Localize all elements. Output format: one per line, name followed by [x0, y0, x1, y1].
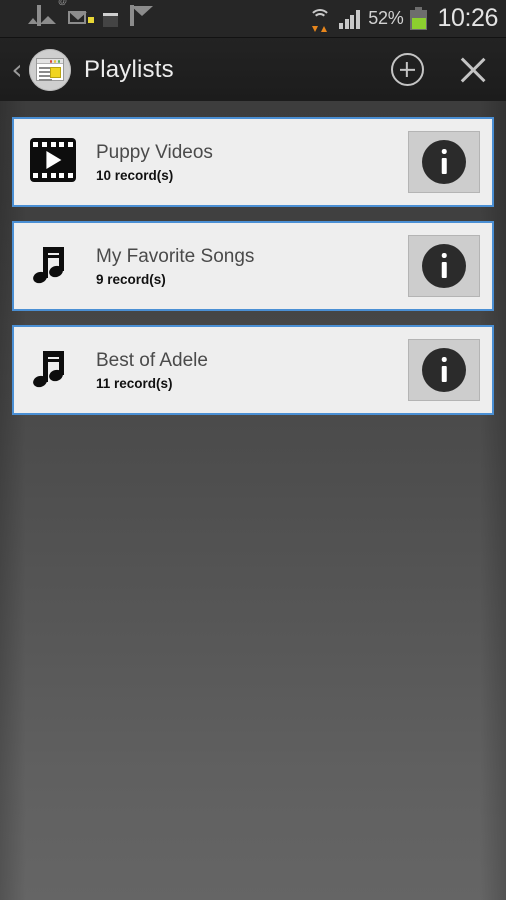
close-button[interactable]	[440, 38, 506, 101]
app-screen: @ 52% 10:26 ‹ Playlists Puppy Videos 10 …	[0, 0, 506, 900]
plus-circle-icon	[390, 53, 424, 86]
list-item[interactable]: My Favorite Songs 9 record(s)	[12, 221, 494, 311]
playlist-list: Puppy Videos 10 record(s) My Favorite So…	[0, 101, 506, 415]
playlist-record-count: 9 record(s)	[96, 271, 166, 287]
playlist-title: Best of Adele	[96, 349, 208, 371]
battery-icon	[410, 7, 428, 30]
info-button[interactable]	[408, 131, 480, 193]
status-clock: 10:26	[437, 4, 498, 32]
status-system-icons: 52% 10:26	[308, 4, 498, 33]
playlist-record-count: 11 record(s)	[96, 375, 173, 391]
back-chevron-icon[interactable]: ‹	[6, 55, 28, 84]
playlist-title: My Favorite Songs	[96, 245, 255, 267]
music-note-icon	[30, 242, 78, 290]
list-item[interactable]: Puppy Videos 10 record(s)	[12, 117, 494, 207]
info-button[interactable]	[408, 339, 480, 401]
mail-icon	[130, 4, 154, 31]
wifi-icon	[308, 7, 332, 32]
playlist-title: Puppy Videos	[96, 141, 213, 163]
info-icon	[422, 348, 466, 392]
info-button[interactable]	[408, 235, 480, 297]
list-item-text: Best of Adele 11 record(s)	[96, 350, 408, 391]
close-icon	[457, 54, 489, 86]
app-window-icon	[99, 7, 123, 31]
info-icon	[422, 244, 466, 288]
page-title: Playlists	[84, 55, 174, 83]
action-bar: ‹ Playlists	[0, 38, 506, 101]
battery-percent: 52%	[368, 8, 404, 28]
status-notification-icons: @	[6, 0, 154, 31]
signal-icon	[339, 9, 361, 29]
film-icon	[30, 138, 78, 186]
gallery-icon	[37, 4, 61, 31]
music-note-icon	[30, 346, 78, 394]
list-item-text: My Favorite Songs 9 record(s)	[96, 246, 408, 287]
list-item-text: Puppy Videos 10 record(s)	[96, 142, 408, 183]
action-bar-buttons	[374, 38, 506, 101]
info-icon	[422, 140, 466, 184]
list-item[interactable]: Best of Adele 11 record(s)	[12, 325, 494, 415]
add-playlist-button[interactable]	[374, 38, 440, 101]
playlist-record-count: 10 record(s)	[96, 167, 174, 183]
hangouts-icon	[6, 7, 30, 31]
status-bar: @ 52% 10:26	[0, 0, 506, 38]
app-logo-icon[interactable]	[29, 48, 71, 91]
